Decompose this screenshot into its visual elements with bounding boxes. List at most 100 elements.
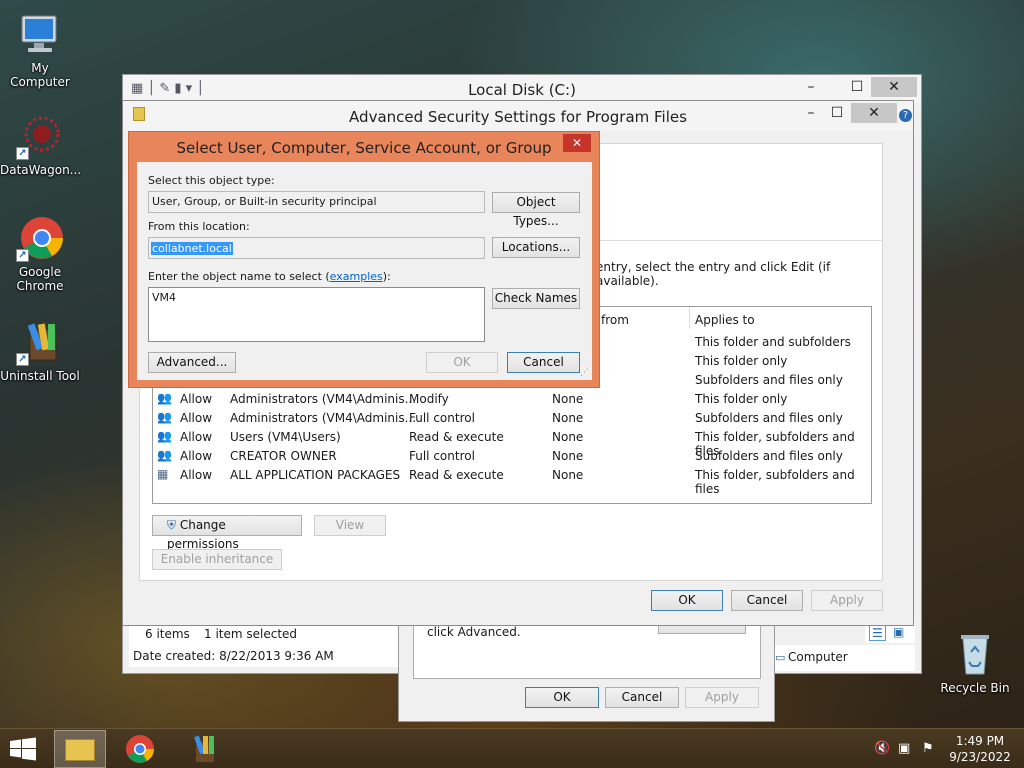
object-name-label-text: Enter the object name to select ( <box>148 270 330 283</box>
package-icon: ▦ <box>157 467 169 481</box>
properties-ok-button[interactable]: OK <box>525 687 599 708</box>
table-row[interactable]: 👥 Allow Administrators (VM4\Adminis... F… <box>153 408 871 427</box>
desktop-icon-label: My Computer <box>10 61 70 89</box>
change-permissions-button[interactable]: ⛨ Change permissions <box>152 515 302 551</box>
permission-instruction: entry, select the entry and click Edit (… <box>596 260 831 288</box>
select-user-dialog: Select User, Computer, Service Account, … <box>128 131 600 388</box>
enable-inheritance-button[interactable]: Enable inheritance <box>152 549 282 570</box>
status-item-count: 6 items <box>145 627 190 641</box>
desktop-icon-uninstall-tool[interactable]: ↗ Uninstall Tool <box>0 318 80 383</box>
desktop-icon-recycle-bin[interactable]: Recycle Bin <box>935 630 1015 695</box>
permission-inherited: None <box>552 411 584 425</box>
permission-inherited: None <box>552 392 584 406</box>
users-icon: 👥 <box>157 429 172 443</box>
object-name-label-end: ): <box>382 270 391 283</box>
permission-access: Read & execute <box>409 430 504 444</box>
action-center-icon[interactable]: ⚑ <box>922 741 934 756</box>
desktop-icon-label: Uninstall Tool <box>0 369 80 383</box>
permission-inherited: None <box>552 430 584 444</box>
permission-applies: Subfolders and files only <box>695 411 843 425</box>
desktop-icon-label: Google Chrome <box>16 265 64 293</box>
permission-applies: This folder only <box>695 392 788 406</box>
explorer-close-button[interactable]: ✕ <box>871 77 917 97</box>
explorer-minimize-button[interactable]: – <box>789 77 833 97</box>
properties-cancel-button[interactable]: Cancel <box>605 687 679 708</box>
explorer-statusbar: 6 items 1 item selected Date created: 8/… <box>129 623 399 667</box>
advanced-close-button[interactable]: ✕ <box>851 103 897 123</box>
table-row[interactable]: 👥 Allow CREATOR OWNER Full control None … <box>153 446 871 465</box>
desktop-icon-label: Recycle Bin <box>940 681 1010 695</box>
taskbar: 🔇 ▣ ⚑ 1:49 PM 9/23/2022 <box>0 728 1024 768</box>
advanced-security-titlebar: Advanced Security Settings for Program F… <box>123 101 913 131</box>
object-type-label: Select this object type: <box>148 174 275 187</box>
desktop-icon-my-computer[interactable]: My Computer <box>0 10 80 89</box>
explorer-view-buttons: ☰ ▣ <box>865 623 915 643</box>
volume-muted-icon[interactable]: 🔇 <box>874 741 890 756</box>
permission-principal: Administrators (VM4\Adminis... <box>230 392 417 406</box>
location-value: collabnet.local <box>151 242 233 255</box>
permission-type: Allow <box>180 430 213 444</box>
table-row[interactable]: 👥 Allow Users (VM4\Users) Read & execute… <box>153 427 871 458</box>
chrome-icon <box>126 735 154 763</box>
permission-applies: This folder, subfolders and files <box>695 468 855 496</box>
explorer-titlebar: ▦ │ ✎ ▮ ▾ │ Local Disk (C:) – ☐ ✕ <box>123 75 921 103</box>
select-ok-button[interactable]: OK <box>426 352 498 373</box>
permission-type: Allow <box>180 392 213 406</box>
details-view-icon[interactable]: ☰ <box>869 625 886 641</box>
help-icon[interactable]: ? <box>899 109 912 122</box>
partial-row-applies: Subfolders and files only <box>695 373 843 387</box>
clock-time: 1:49 PM <box>955 734 1005 748</box>
clock[interactable]: 1:49 PM 9/23/2022 <box>940 733 1020 765</box>
resize-grip-icon[interactable]: ⋰ <box>580 368 589 378</box>
permission-type: Allow <box>180 449 213 463</box>
windows-logo-icon <box>10 737 36 761</box>
properties-apply-button[interactable]: Apply <box>685 687 759 708</box>
examples-link[interactable]: examples <box>330 270 383 283</box>
object-types-button[interactable]: Object Types... <box>492 192 580 228</box>
taskbar-explorer-button[interactable] <box>54 730 106 768</box>
tiles-view-icon[interactable]: ▣ <box>893 625 904 639</box>
select-cancel-button[interactable]: Cancel <box>507 352 580 373</box>
select-dialog-body: Select this object type: User, Group, or… <box>137 162 592 380</box>
permission-applies: Subfolders and files only <box>695 449 843 463</box>
object-name-input[interactable]: VM4 <box>148 287 485 342</box>
object-name-label: Enter the object name to select (example… <box>148 270 391 283</box>
taskbar-uninstall-tool-button[interactable] <box>188 733 226 765</box>
properties-hint: click Advanced. <box>427 625 521 639</box>
permission-type: Allow <box>180 411 213 425</box>
taskbar-chrome-button[interactable] <box>124 733 162 765</box>
partial-row-applies: This folder and subfolders <box>695 335 851 349</box>
permission-principal: Users (VM4\Users) <box>230 430 341 444</box>
permission-access: Full control <box>409 449 475 463</box>
location-field[interactable]: collabnet.local <box>148 237 485 259</box>
details-computer-label: Computer <box>788 650 848 664</box>
change-permissions-label: Change permissions <box>167 518 239 551</box>
select-dialog-close-button[interactable]: ✕ <box>563 134 591 152</box>
advanced-button[interactable]: Advanced... <box>148 352 236 373</box>
check-names-button[interactable]: Check Names <box>492 288 580 309</box>
permission-access: Modify <box>409 392 449 406</box>
column-header-inherited-from[interactable]: from <box>601 313 629 327</box>
details-pane: ▭ Computer <box>771 645 915 671</box>
table-row[interactable]: 👥 Allow Administrators (VM4\Adminis... M… <box>153 389 871 408</box>
permission-inherited: None <box>552 468 584 482</box>
start-button[interactable] <box>8 737 40 761</box>
recycle-bin-icon <box>951 630 999 678</box>
permission-type: Allow <box>180 468 213 482</box>
advanced-cancel-button[interactable]: Cancel <box>731 590 803 611</box>
column-header-applies-to[interactable]: Applies to <box>695 313 755 327</box>
advanced-apply-button[interactable]: Apply <box>811 590 883 611</box>
advanced-ok-button[interactable]: OK <box>651 590 723 611</box>
permission-principal: CREATOR OWNER <box>230 449 337 463</box>
network-icon[interactable]: ▣ <box>898 741 910 756</box>
desktop-icon-google-chrome[interactable]: ↗ Google Chrome <box>0 214 80 293</box>
permission-inherited: None <box>552 449 584 463</box>
computer-small-icon: ▭ <box>775 651 786 664</box>
desktop-icon-label: DataWagon... <box>0 163 82 177</box>
locations-button[interactable]: Locations... <box>492 237 580 258</box>
table-row[interactable]: ▦ Allow ALL APPLICATION PACKAGES Read & … <box>153 465 871 496</box>
permission-principal: ALL APPLICATION PACKAGES <box>230 468 401 482</box>
shortcut-arrow-icon: ↗ <box>16 249 29 262</box>
desktop-icon-datawagon[interactable]: ↗ DataWagon... <box>0 112 82 177</box>
view-button[interactable]: View <box>314 515 386 536</box>
